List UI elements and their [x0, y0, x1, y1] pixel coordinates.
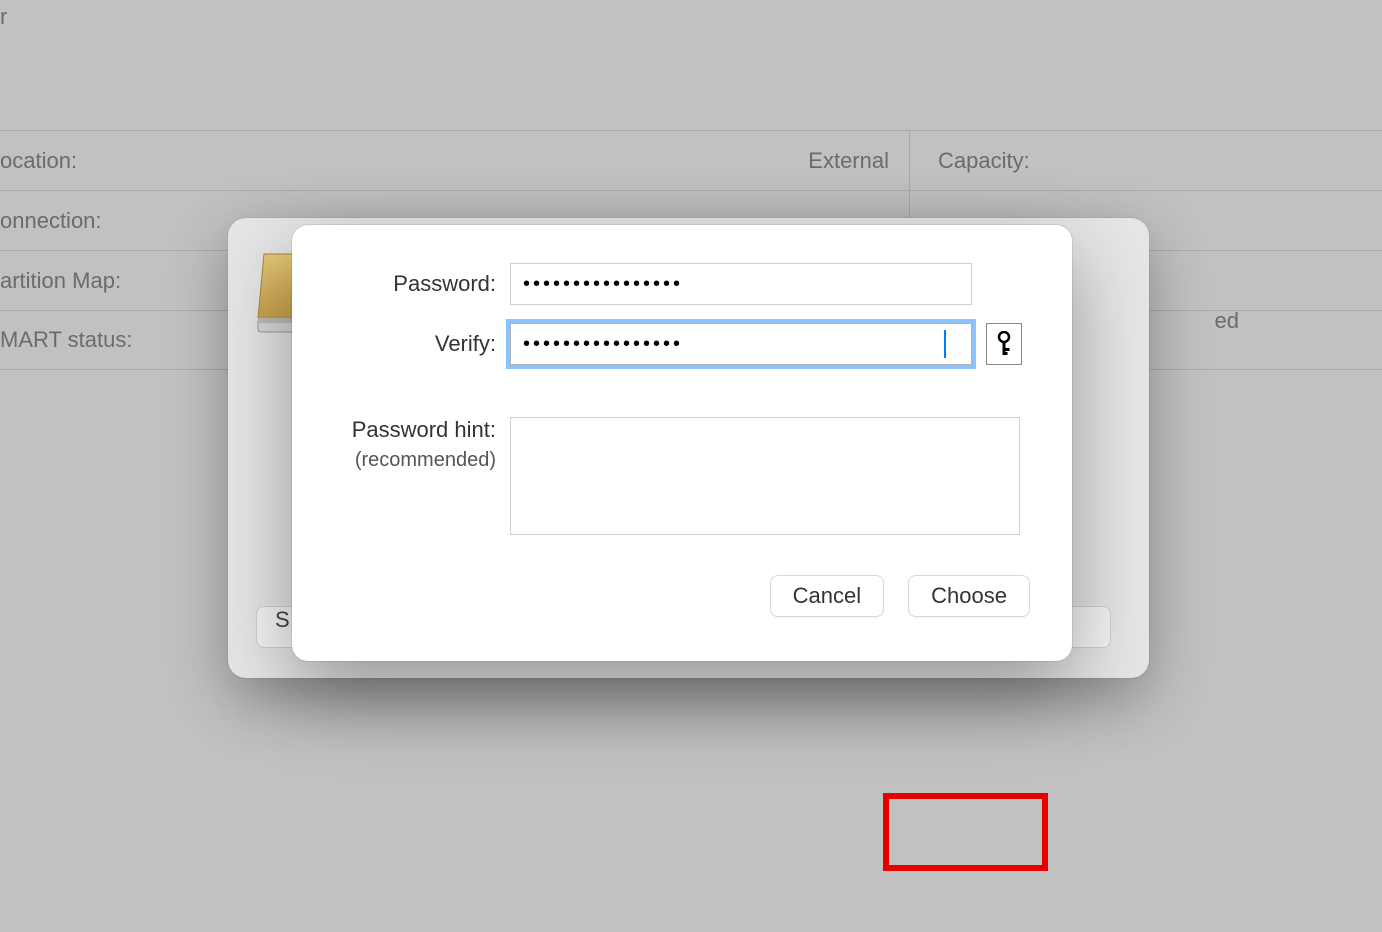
truncated-header-text: r: [0, 0, 7, 34]
info-label-location: ocation:: [0, 148, 77, 174]
cancel-button[interactable]: Cancel: [770, 575, 884, 617]
hint-sublabel: (recommended): [332, 449, 496, 472]
info-label-connection: onnection:: [0, 208, 102, 234]
verify-row: Verify:: [332, 323, 1032, 365]
hint-label: Password hint:: [332, 417, 496, 443]
info-value-location: External: [808, 148, 889, 174]
password-label: Password:: [332, 271, 510, 297]
info-label-smart-status: MART status:: [0, 327, 132, 353]
verify-label: Verify:: [332, 331, 510, 357]
info-row-location: ocation: External Capacity:: [0, 130, 1382, 190]
truncated-text-ed: ed: [1215, 308, 1239, 334]
dialog-button-row: Cancel Choose: [332, 575, 1032, 617]
info-label-partition-map: artition Map:: [0, 268, 121, 294]
hint-row: Password hint: (recommended): [332, 417, 1032, 535]
choose-button[interactable]: Choose: [908, 575, 1030, 617]
annotation-highlight-box: [883, 793, 1048, 871]
verify-input[interactable]: [510, 323, 972, 365]
text-caret: [944, 330, 946, 358]
password-assistant-button[interactable]: [986, 323, 1022, 365]
info-label-capacity: Capacity:: [938, 148, 1030, 173]
hint-textarea[interactable]: [510, 417, 1020, 535]
password-row: Password:: [332, 263, 1032, 305]
password-dialog: Password: Verify: Password hint: (recomm…: [292, 225, 1072, 661]
password-input[interactable]: [510, 263, 972, 305]
key-icon: [995, 331, 1013, 357]
